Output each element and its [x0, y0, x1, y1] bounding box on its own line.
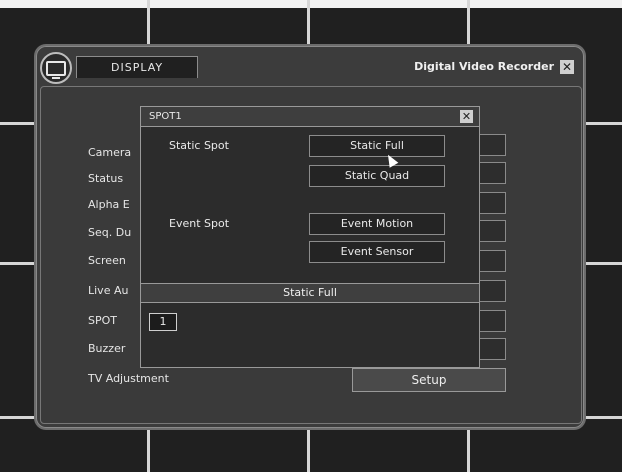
event-sensor-button[interactable]: Event Sensor — [309, 241, 445, 263]
static-quad-button[interactable]: Static Quad — [309, 165, 445, 187]
setting-value-box[interactable] — [476, 134, 506, 156]
setting-value-box[interactable] — [476, 310, 506, 332]
setup-button[interactable]: Setup — [352, 368, 506, 392]
setting-value-box[interactable] — [476, 338, 506, 360]
setting-label-camera: Camera — [88, 146, 132, 159]
setting-value-box[interactable] — [476, 250, 506, 272]
setting-value-box[interactable] — [476, 280, 506, 302]
setting-value-box[interactable] — [476, 162, 506, 184]
setting-value-box[interactable] — [476, 192, 506, 214]
spot-number-field[interactable]: 1 — [149, 313, 177, 331]
setting-label-status: Status — [88, 172, 124, 185]
static-full-button[interactable]: Static Full — [309, 135, 445, 157]
setting-label-screen: Screen — [88, 254, 126, 267]
close-icon[interactable]: ✕ — [560, 60, 574, 74]
setting-label-seq: Seq. Du — [88, 226, 132, 239]
window-title: Digital Video Recorder — [414, 60, 554, 73]
close-icon[interactable]: ✕ — [460, 110, 473, 123]
spot1-popup: SPOT1 ✕ Static Spot Static Full Static Q… — [140, 106, 480, 368]
monitor-icon — [40, 52, 72, 84]
current-selection-bar: Static Full — [141, 283, 479, 303]
event-motion-button[interactable]: Event Motion — [309, 213, 445, 235]
setting-label-live: Live Au — [88, 284, 129, 297]
display-tab[interactable]: DISPLAY — [76, 56, 198, 78]
setting-value-box[interactable] — [476, 220, 506, 242]
setting-label-tv-adjustment: TV Adjustment — [88, 372, 169, 385]
setting-label-buzzer: Buzzer — [88, 342, 126, 355]
top-strip — [0, 0, 622, 8]
popup-title: SPOT1 — [141, 107, 479, 127]
setting-label-alpha: Alpha E — [88, 198, 130, 211]
event-spot-label: Event Spot — [169, 217, 230, 230]
static-spot-label: Static Spot — [169, 139, 229, 152]
setting-label-spot: SPOT — [88, 314, 117, 327]
